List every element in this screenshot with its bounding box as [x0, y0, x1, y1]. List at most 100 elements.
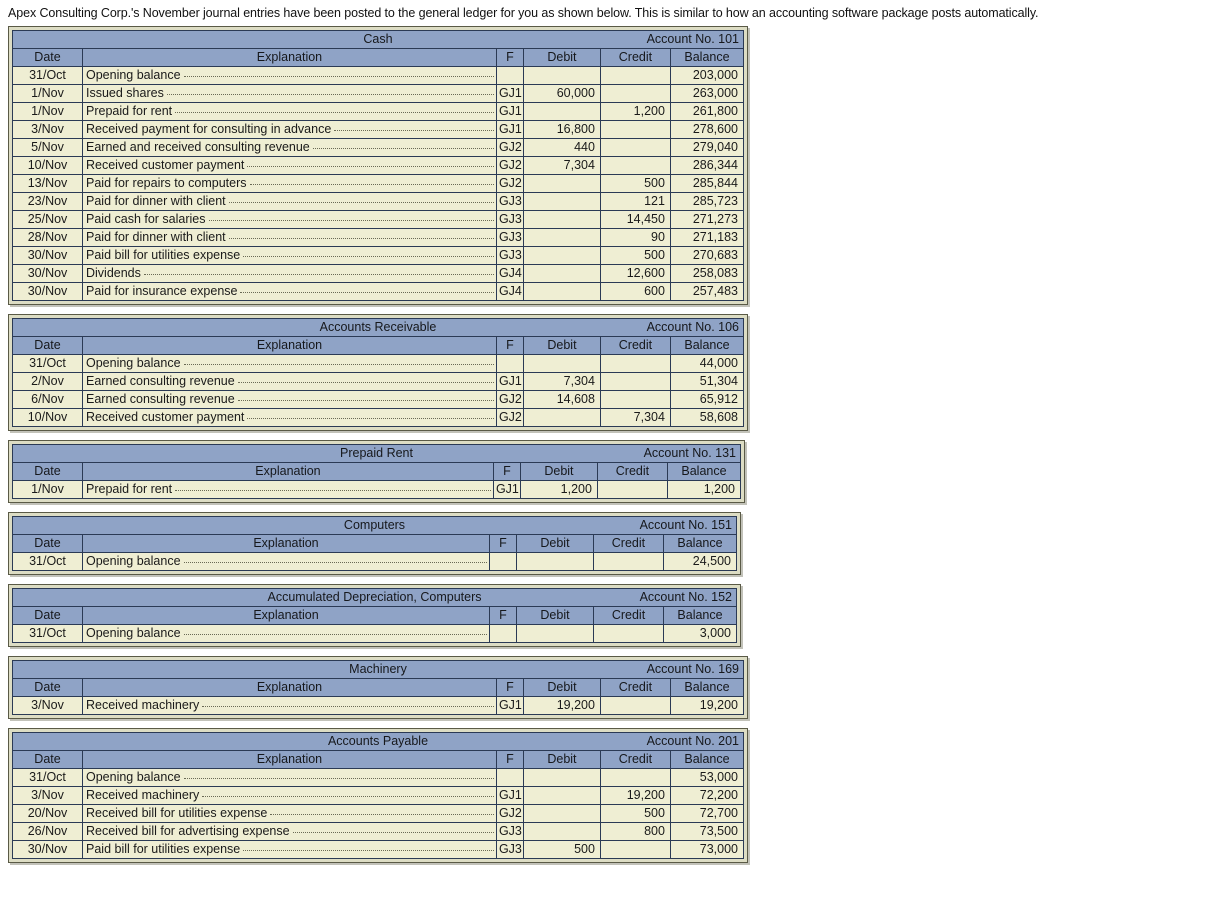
explanation-text: Earned and received consulting revenue [86, 140, 310, 154]
cell-balance: 271,273 [669, 210, 745, 229]
explanation-text: Paid for repairs to computers [86, 176, 247, 190]
cell-date: 28/Nov [12, 228, 83, 247]
ledger-account: Accounts Receivable Account No. 106 Date Ex… [8, 314, 748, 431]
column-header-credit: Credit [599, 336, 671, 355]
column-header-balance: Balance [669, 336, 745, 355]
cell-date: 13/Nov [12, 174, 83, 193]
ledger-title-cell: Accumulated Depreciation, Computers Accou… [12, 588, 737, 607]
column-header-f: F [492, 462, 521, 481]
cell-balance: 72,700 [669, 804, 745, 823]
cell-debit [522, 408, 601, 427]
cell-folio [495, 354, 524, 373]
leader-dots [228, 202, 494, 203]
cell-explanation: Paid cash for salaries [82, 210, 497, 229]
column-header-date: Date [12, 48, 83, 67]
cell-date: 2/Nov [12, 372, 83, 391]
column-header-row: Date Explanation F Debit Credit Balance [12, 48, 745, 67]
ledger-table: Accumulated Depreciation, Computers Accou… [12, 588, 737, 643]
cell-debit [522, 282, 601, 301]
column-header-credit: Credit [592, 534, 664, 553]
column-header-row: Date Explanation F Debit Credit Balance [12, 678, 745, 697]
leader-dots [249, 184, 494, 185]
cell-debit: 7,304 [522, 372, 601, 391]
ledger-account: Computers Account No. 151 Date Explanation F… [8, 512, 741, 575]
column-header-explanation: Explanation [82, 534, 490, 553]
cell-credit: 600 [599, 282, 671, 301]
cell-balance: 285,844 [669, 174, 745, 193]
cell-date: 31/Oct [12, 354, 83, 373]
column-header-date: Date [12, 462, 83, 481]
cell-debit: 440 [522, 138, 601, 157]
cell-date: 31/Oct [12, 552, 83, 571]
table-row: 3/Nov Received machinery GJ1 19,200 19,200 [12, 696, 745, 715]
account-title: Accounts Payable [327, 734, 429, 748]
cell-date: 30/Nov [12, 246, 83, 265]
table-row: 31/Oct Opening balance 3,000 [12, 624, 737, 643]
leader-dots [237, 382, 494, 383]
leader-dots [183, 634, 487, 635]
cell-folio: GJ1 [495, 102, 524, 121]
account-title: Prepaid Rent [340, 446, 413, 460]
account-number: Account No. 106 [646, 320, 739, 334]
column-header-f: F [495, 678, 524, 697]
explanation-text: Opening balance [86, 770, 181, 784]
leader-dots [237, 400, 494, 401]
leader-dots [228, 238, 494, 239]
cell-date: 30/Nov [12, 282, 83, 301]
cell-credit [592, 552, 664, 571]
leader-dots [243, 850, 494, 851]
table-row: 10/Nov Received customer payment GJ2 7,304 2… [12, 156, 745, 175]
cell-debit [515, 552, 594, 571]
cell-date: 30/Nov [12, 264, 83, 283]
explanation-text: Earned consulting revenue [86, 374, 235, 388]
column-header-explanation: Explanation [82, 678, 497, 697]
cell-credit: 121 [599, 192, 671, 211]
leader-dots [334, 130, 494, 131]
column-header-date: Date [12, 678, 83, 697]
column-header-date: Date [12, 750, 83, 769]
cell-explanation: Issued shares [82, 84, 497, 103]
column-header-debit: Debit [522, 48, 601, 67]
column-header-f: F [488, 534, 517, 553]
cell-explanation: Opening balance [82, 354, 497, 373]
cell-debit: 7,304 [522, 156, 601, 175]
column-header-row: Date Explanation F Debit Credit Balance [12, 462, 742, 481]
cell-folio: GJ2 [495, 156, 524, 175]
cell-credit: 500 [599, 804, 671, 823]
ledger-title-cell: Accounts Payable Account No. 201 [12, 732, 744, 751]
cell-debit: 500 [522, 840, 601, 859]
table-row: 5/Nov Earned and received consulting reve… [12, 138, 745, 157]
ledger-title-row: Cash Account No. 101 [12, 30, 744, 49]
column-header-balance: Balance [663, 606, 737, 625]
account-title: Cash [363, 32, 393, 46]
cell-balance: 285,723 [669, 192, 745, 211]
leader-dots [175, 490, 491, 491]
cell-balance: 65,912 [669, 390, 745, 409]
ledger-table: Computers Account No. 151 Date Explanation F… [12, 516, 738, 571]
leader-dots [183, 778, 494, 779]
cell-date: 25/Nov [12, 210, 83, 229]
table-row: 1/Nov Issued shares GJ1 60,000 263,000 [12, 84, 745, 103]
cell-explanation: Paid for dinner with client [82, 192, 497, 211]
cell-folio: GJ1 [495, 786, 524, 805]
cell-balance: 258,083 [669, 264, 745, 283]
column-header-f: F [495, 750, 524, 769]
cell-date: 1/Nov [12, 102, 83, 121]
cell-debit: 1,200 [519, 480, 598, 499]
table-row: 26/Nov Received bill for advertising expe… [12, 822, 745, 841]
cell-folio: GJ3 [495, 210, 524, 229]
cell-debit: 14,608 [522, 390, 601, 409]
cell-debit: 19,200 [522, 696, 601, 715]
column-header-debit: Debit [516, 606, 594, 625]
ledger-account: Cash Account No. 101 Date Explanation F Debit… [8, 26, 748, 305]
cell-credit [596, 480, 668, 499]
cell-balance: 51,304 [669, 372, 745, 391]
cell-balance: 271,183 [669, 228, 745, 247]
ledger-table: Prepaid Rent Account No. 131 Date Explanati… [12, 444, 742, 499]
cell-balance: 44,000 [669, 354, 745, 373]
table-row: 2/Nov Earned consulting revenue GJ1 7,304 51… [12, 372, 745, 391]
cell-folio [489, 624, 517, 643]
cell-debit [522, 786, 601, 805]
column-header-credit: Credit [599, 678, 671, 697]
table-row: 25/Nov Paid cash for salaries GJ3 14,450 271… [12, 210, 745, 229]
